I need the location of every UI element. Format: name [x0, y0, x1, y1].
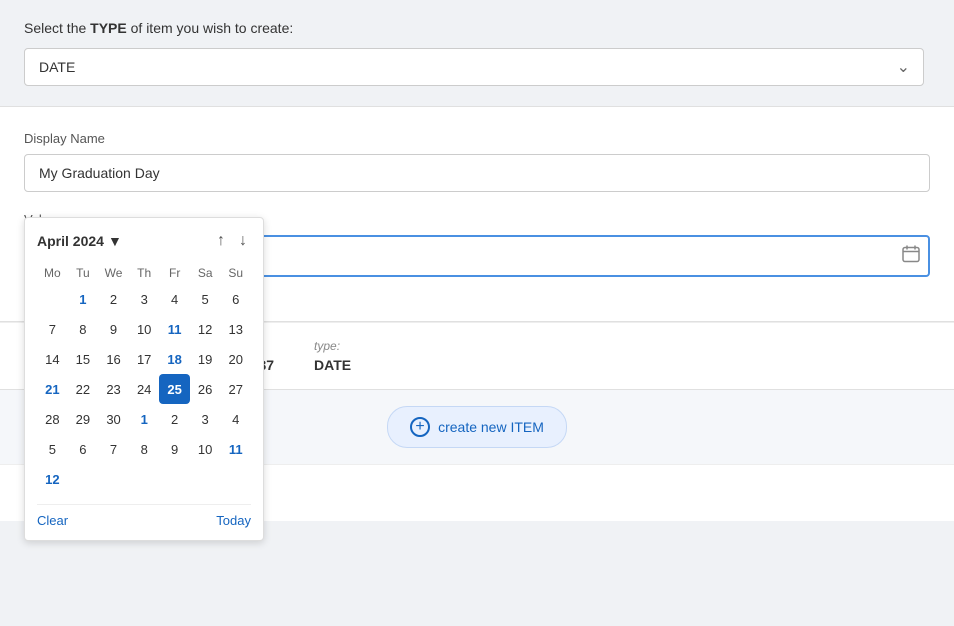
list-item[interactable]: 10	[190, 434, 221, 464]
list-item[interactable]	[68, 464, 98, 494]
list-item[interactable]: 4	[220, 404, 251, 434]
list-item[interactable]: 7	[37, 314, 68, 344]
list-item[interactable]: 30	[98, 404, 129, 434]
list-item[interactable]: 5	[37, 434, 68, 464]
type-keyword: TYPE	[90, 20, 127, 36]
table-row: 28 29 30 1 2 3 4	[37, 404, 251, 434]
type-label: type:	[314, 339, 351, 353]
calendar-next-button[interactable]: ↓	[235, 230, 251, 252]
type-value: DATE	[314, 357, 351, 373]
display-name-group: Display Name	[24, 131, 930, 192]
list-item[interactable]: 13	[220, 314, 251, 344]
list-item[interactable]: 3	[129, 284, 159, 314]
list-item[interactable]: 16	[98, 344, 129, 374]
type-select[interactable]: DATE TEXT NUMBER BOOLEAN	[24, 48, 924, 86]
day-header-tu: Tu	[68, 262, 98, 284]
calendar-prev-button[interactable]: ↑	[213, 230, 229, 252]
list-item[interactable]: 12	[37, 464, 68, 494]
calendar-body: 1 2 3 4 5 6 7 8 9 10 11 12 13 14	[37, 284, 251, 494]
create-new-item-button[interactable]: + create new ITEM	[387, 406, 567, 448]
list-item[interactable]: 1	[129, 404, 159, 434]
list-item[interactable]: 2	[98, 284, 129, 314]
list-item[interactable]: 25	[159, 374, 189, 404]
calendar-icon[interactable]	[902, 245, 920, 268]
table-row: 12	[37, 464, 251, 494]
day-header-su: Su	[220, 262, 251, 284]
display-name-label: Display Name	[24, 131, 930, 146]
calendar-footer: Clear Today	[37, 504, 251, 528]
list-item[interactable]: 10	[129, 314, 159, 344]
list-item[interactable]: 9	[159, 434, 189, 464]
display-name-input[interactable]	[24, 154, 930, 192]
calendar-nav: ↑ ↓	[213, 230, 251, 252]
top-section: Select the TYPE of item you wish to crea…	[0, 0, 954, 106]
list-item[interactable]: 5	[190, 284, 221, 314]
month-text: April 2024	[37, 233, 104, 249]
list-item[interactable]: 28	[37, 404, 68, 434]
day-header-we: We	[98, 262, 129, 284]
list-item[interactable]: 19	[190, 344, 221, 374]
list-item[interactable]: 17	[129, 344, 159, 374]
list-item[interactable]: 23	[98, 374, 129, 404]
calendar-popup: April 2024 ▼ ↑ ↓ Mo Tu We Th Fr Sa Su	[24, 217, 264, 541]
plus-circle-icon: +	[410, 417, 430, 437]
list-item[interactable]	[220, 464, 251, 494]
calendar-clear-button[interactable]: Clear	[37, 513, 68, 528]
calendar-days-header: Mo Tu We Th Fr Sa Su	[37, 262, 251, 284]
calendar-header: April 2024 ▼ ↑ ↓	[37, 230, 251, 252]
type-select-wrapper: DATE TEXT NUMBER BOOLEAN ⌄	[24, 48, 924, 86]
month-chevron-icon: ▼	[108, 233, 122, 249]
table-row: 21 22 23 24 25 26 27	[37, 374, 251, 404]
main-form-section: Display Name Value DD/MM/YYYY April 2024	[0, 106, 954, 322]
list-item[interactable]: 12	[190, 314, 221, 344]
list-item[interactable]: 3	[190, 404, 221, 434]
calendar-today-button[interactable]: Today	[216, 513, 251, 528]
list-item[interactable]: 8	[68, 314, 98, 344]
list-item[interactable]: 4	[159, 284, 189, 314]
list-item[interactable]	[37, 284, 68, 314]
table-row: 5 6 7 8 9 10 11	[37, 434, 251, 464]
list-item[interactable]: 11	[159, 314, 189, 344]
list-item[interactable]: 7	[98, 434, 129, 464]
list-item[interactable]: 15	[68, 344, 98, 374]
calendar-grid: Mo Tu We Th Fr Sa Su 1 2 3 4 5 6	[37, 262, 251, 494]
list-item[interactable]: 26	[190, 374, 221, 404]
day-header-fr: Fr	[159, 262, 189, 284]
day-header-sa: Sa	[190, 262, 221, 284]
list-item[interactable]: 24	[129, 374, 159, 404]
list-item[interactable]: 6	[220, 284, 251, 314]
list-item[interactable]	[129, 464, 159, 494]
list-item[interactable]	[190, 464, 221, 494]
list-item[interactable]: 20	[220, 344, 251, 374]
list-item[interactable]: 27	[220, 374, 251, 404]
calendar-month-label[interactable]: April 2024 ▼	[37, 233, 122, 249]
list-item[interactable]: 11	[220, 434, 251, 464]
table-row: 7 8 9 10 11 12 13	[37, 314, 251, 344]
list-item[interactable]: 6	[68, 434, 98, 464]
list-item[interactable]: 18	[159, 344, 189, 374]
day-header-th: Th	[129, 262, 159, 284]
select-type-label: Select the TYPE of item you wish to crea…	[24, 20, 930, 36]
list-item[interactable]: 29	[68, 404, 98, 434]
list-item[interactable]	[159, 464, 189, 494]
list-item[interactable]: 9	[98, 314, 129, 344]
table-row: 14 15 16 17 18 19 20	[37, 344, 251, 374]
list-item[interactable]: 2	[159, 404, 189, 434]
list-item[interactable]	[98, 464, 129, 494]
list-item[interactable]: 8	[129, 434, 159, 464]
day-header-mo: Mo	[37, 262, 68, 284]
meta-type: type: DATE	[314, 339, 351, 373]
list-item[interactable]: 14	[37, 344, 68, 374]
table-row: 1 2 3 4 5 6	[37, 284, 251, 314]
list-item[interactable]: 1	[68, 284, 98, 314]
create-button-label: create new ITEM	[438, 419, 544, 435]
list-item[interactable]: 22	[68, 374, 98, 404]
list-item[interactable]: 21	[37, 374, 68, 404]
